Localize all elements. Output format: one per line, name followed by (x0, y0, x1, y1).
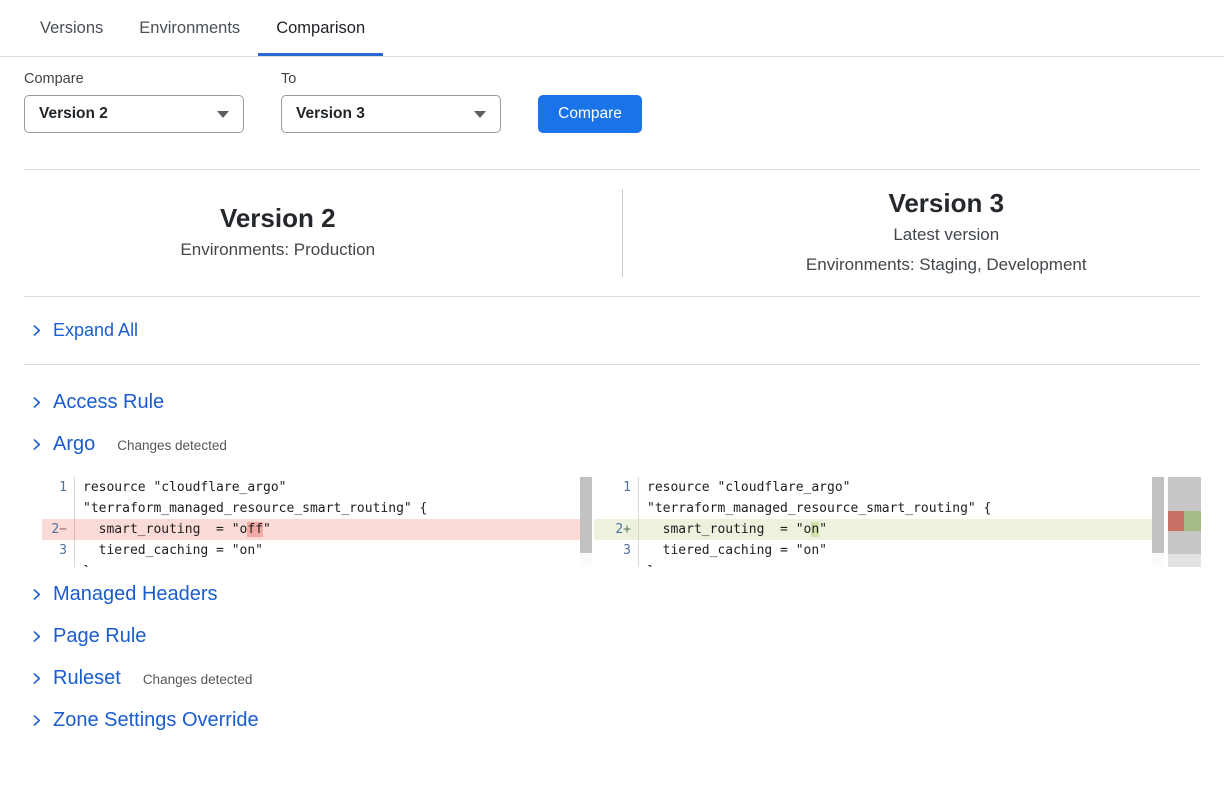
chevron-right-icon (30, 672, 43, 685)
section-managed-headers[interactable]: Managed Headers (0, 573, 1224, 615)
tab-environments[interactable]: Environments (121, 0, 258, 56)
chevron-down-icon (217, 111, 229, 118)
line-number: 2+ (594, 519, 639, 540)
diff-row: 1resource "cloudflare_argo" (594, 477, 1164, 498)
section-ruleset[interactable]: Ruleset Changes detected (0, 657, 1224, 699)
diff-row: 2+ smart_routing = "on" (594, 519, 1164, 540)
line-number (42, 561, 75, 567)
code-text: } (75, 561, 91, 567)
diff-row: 2− smart_routing = "off" (42, 519, 592, 540)
tab-bar: VersionsEnvironmentsComparison (0, 0, 1224, 57)
version-right-title: Version 3 (888, 189, 1004, 218)
code-text: tiered_caching = "on" (639, 540, 827, 561)
section-argo[interactable]: Argo Changes detected (0, 423, 1224, 465)
diff-panel-right: 1resource "cloudflare_argo""terraform_ma… (594, 477, 1164, 567)
compare-from-value: Version 2 (39, 105, 108, 123)
changes-detected-badge: Changes detected (117, 438, 227, 453)
version-left-environments: Environments: Production (180, 239, 375, 262)
section-label: Argo (53, 433, 95, 456)
compare-from-select[interactable]: Version 2 (24, 95, 244, 133)
line-number (594, 498, 639, 519)
line-number: 1 (42, 477, 75, 498)
compare-to-label: To (281, 71, 501, 87)
compare-form: Compare Version 2 To Version 3 Compare (24, 71, 1224, 133)
code-text: "terraform_managed_resource_smart_routin… (639, 498, 991, 519)
line-number (42, 498, 75, 519)
line-number: 3 (594, 540, 639, 561)
line-number: 3 (42, 540, 75, 561)
compare-button[interactable]: Compare (538, 95, 642, 133)
expand-all-label: Expand All (53, 320, 138, 341)
right-panel-scrollbar[interactable] (1152, 477, 1164, 567)
section-label: Zone Settings Override (53, 709, 259, 732)
tab-comparison[interactable]: Comparison (258, 0, 383, 56)
diff-row: 1resource "cloudflare_argo" (42, 477, 592, 498)
left-panel-scrollbar[interactable] (580, 477, 592, 567)
code-text: smart_routing = "on" (639, 519, 827, 540)
chevron-right-icon (30, 588, 43, 601)
expand-all-link[interactable]: Expand All (0, 297, 1224, 364)
deletion-sign: − (59, 522, 67, 537)
code-text: } (639, 561, 655, 567)
addition-sign: + (623, 522, 631, 537)
diff-row: } (42, 561, 592, 567)
compare-to-field: To Version 3 (281, 71, 501, 133)
changes-detected-badge: Changes detected (143, 672, 253, 687)
diff-row: 3 tiered_caching = "on" (42, 540, 592, 561)
section-page-rule[interactable]: Page Rule (0, 615, 1224, 657)
line-number: 2− (42, 519, 75, 540)
line-number: 1 (594, 477, 639, 498)
section-label: Ruleset (53, 667, 121, 690)
compare-to-select[interactable]: Version 3 (281, 95, 501, 133)
code-text: smart_routing = "off" (75, 519, 271, 540)
version-right-environments: Environments: Staging, Development (806, 254, 1087, 277)
section-list: Access RuleArgoChanges detected1resource… (0, 365, 1224, 741)
tab-versions[interactable]: Versions (22, 0, 121, 56)
ruler-deletion-marker (1168, 511, 1184, 531)
scrollbar-thumb[interactable] (580, 477, 592, 553)
version-left-header: Version 2 Environments: Production (0, 204, 622, 263)
version-left-title: Version 2 (220, 204, 336, 233)
compare-to-value: Version 3 (296, 105, 365, 123)
section-label: Managed Headers (53, 583, 218, 606)
diff-row: } (594, 561, 1164, 567)
code-text: tiered_caching = "on" (75, 540, 263, 561)
compare-from-label: Compare (24, 71, 244, 87)
diff-row: 3 tiered_caching = "on" (594, 540, 1164, 561)
argo-diff: 1resource "cloudflare_argo""terraform_ma… (42, 477, 1224, 567)
chevron-right-icon (30, 324, 43, 337)
chevron-right-icon (30, 396, 43, 409)
code-text: "terraform_managed_resource_smart_routin… (75, 498, 427, 519)
diff-overview-ruler[interactable] (1168, 477, 1201, 567)
section-access-rule[interactable]: Access Rule (0, 381, 1224, 423)
section-zone-settings-override[interactable]: Zone Settings Override (0, 699, 1224, 741)
chevron-down-icon (474, 111, 486, 118)
section-label: Access Rule (53, 391, 164, 414)
diff-panel-left: 1resource "cloudflare_argo""terraform_ma… (42, 477, 592, 567)
code-text: resource "cloudflare_argo" (75, 477, 287, 498)
diff-row: "terraform_managed_resource_smart_routin… (42, 498, 592, 519)
chevron-right-icon (30, 714, 43, 727)
line-number (594, 561, 639, 567)
scrollbar-thumb[interactable] (1152, 477, 1164, 553)
version-right-latest: Latest version (893, 224, 999, 247)
diff-row: "terraform_managed_resource_smart_routin… (594, 498, 1164, 519)
section-label: Page Rule (53, 625, 146, 648)
code-text: resource "cloudflare_argo" (639, 477, 851, 498)
version-headers: Version 2 Environments: Production Versi… (0, 170, 1224, 296)
ruler-addition-marker (1184, 511, 1201, 531)
chevron-right-icon (30, 438, 43, 451)
version-right-header: Version 3 Latest version Environments: S… (623, 189, 1224, 277)
ruler-lower-track (1168, 554, 1201, 567)
chevron-right-icon (30, 630, 43, 643)
compare-from-field: Compare Version 2 (24, 71, 244, 133)
